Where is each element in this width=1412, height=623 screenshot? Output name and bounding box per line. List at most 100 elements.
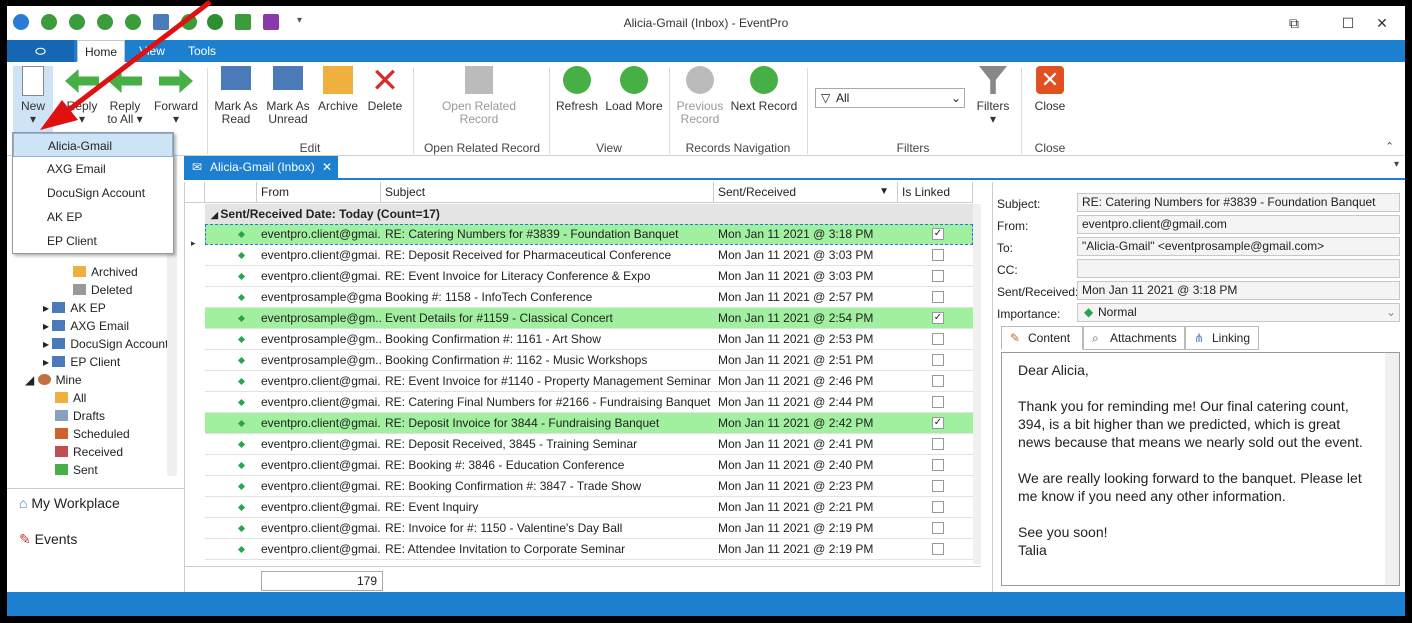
app-menu-button[interactable]: ⬭ [7, 40, 74, 62]
tab-tools[interactable]: Tools [179, 40, 225, 62]
is-linked-checkbox[interactable] [932, 396, 944, 408]
nav-events[interactable]: ✎ Events [19, 531, 77, 548]
is-linked-checkbox[interactable]: ✓ [932, 228, 944, 240]
tree-item-all[interactable]: All [55, 391, 86, 405]
tab-view[interactable]: View [129, 40, 175, 62]
tree-item-ak-ep[interactable]: ▸ AK EP [43, 301, 106, 315]
tree-item-axg-email[interactable]: ▸ AXG Email [43, 319, 129, 333]
is-linked-checkbox[interactable] [932, 291, 944, 303]
tree-item-received[interactable]: Received [55, 445, 123, 459]
tree-item-archived[interactable]: Archived [73, 265, 138, 279]
is-linked-checkbox[interactable] [932, 375, 944, 387]
table-row[interactable]: eventpro.client@gmai... RE: Event Invoice… [205, 266, 973, 287]
tree-item-ep-client[interactable]: ▸ EP Client [43, 355, 120, 369]
body-scrollbar[interactable] [1385, 353, 1399, 585]
load-more-button[interactable]: Load More [605, 66, 663, 113]
header-sent-received[interactable]: Sent/Received ▼ [714, 182, 898, 203]
table-row[interactable]: eventprosample@gm... Event Details for #1… [205, 308, 973, 329]
table-row[interactable]: eventprosample@gm... Booking Confirmation… [205, 350, 973, 371]
header-subject[interactable]: Subject [381, 182, 714, 203]
restore-icon[interactable]: ⧉ [1283, 13, 1305, 33]
table-row[interactable]: eventpro.client@gmai... RE: Deposit Invoi… [205, 413, 973, 434]
reply-button[interactable]: Reply ▾ [59, 66, 105, 126]
collapse-ribbon-icon[interactable]: ⌃ [1385, 140, 1394, 153]
menu-item-ep-client[interactable]: EP Client [13, 229, 173, 253]
subject-label: Subject: [997, 197, 1041, 211]
is-linked-checkbox[interactable] [932, 438, 944, 450]
close-button[interactable]: ✕ Close [1029, 66, 1071, 113]
maximize-button[interactable]: ☐ [1337, 13, 1359, 33]
tree-item-docusign[interactable]: ▸ DocuSign Account [43, 337, 168, 351]
is-linked-checkbox[interactable] [932, 501, 944, 513]
table-row[interactable]: eventpro.client@gmai... RE: Deposit Recei… [205, 434, 973, 455]
archive-button[interactable]: Archive [315, 66, 361, 113]
is-linked-checkbox[interactable] [932, 522, 944, 534]
tree-item-mine[interactable]: ◢ Mine [25, 373, 82, 387]
header-is-linked[interactable]: Is Linked [898, 182, 973, 203]
is-linked-checkbox[interactable] [932, 333, 944, 345]
cell-sent-received: Mon Jan 11 2021 @ 3:18 PM [718, 227, 874, 241]
is-linked-checkbox[interactable] [932, 480, 944, 492]
menu-item-alicia-gmail[interactable]: Alicia-Gmail [13, 133, 173, 157]
reply-all-button[interactable]: Reply to All ▾ [107, 66, 143, 126]
is-linked-checkbox[interactable] [932, 354, 944, 366]
table-row[interactable]: eventpro.client@gmai... RE: Catering Fina… [205, 392, 973, 413]
tab-attachments[interactable]: ⌕ Attachments [1083, 326, 1185, 350]
tab-list-icon[interactable]: ▾ [1394, 159, 1399, 170]
previous-record-button[interactable]: Previous Record [675, 66, 725, 126]
tree-item-drafts[interactable]: Drafts [55, 409, 105, 423]
mark-as-read-button[interactable]: Mark As Read [213, 66, 259, 126]
table-row[interactable]: eventpro.client@gmai... RE: Event Invoice… [205, 371, 973, 392]
table-row[interactable]: eventpro.client@gmai... RE: Catering Numb… [205, 224, 973, 245]
nav-my-workplace[interactable]: ⌂ My Workplace [19, 495, 120, 511]
table-row[interactable]: eventpro.client@gmai... RE: Booking Confi… [205, 476, 973, 497]
new-button[interactable]: New ▾ [13, 66, 53, 132]
tab-linking[interactable]: ⋔ Linking [1185, 326, 1259, 350]
close-tab-icon[interactable]: ✕ [322, 156, 332, 179]
content-icon: ✎ [1010, 331, 1021, 345]
forward-button[interactable]: Forward ▾ [153, 66, 199, 126]
is-linked-checkbox[interactable]: ✓ [932, 417, 944, 429]
refresh-button[interactable]: Refresh [555, 66, 599, 113]
sent-received-field[interactable]: Mon Jan 11 2021 @ 3:18 PM [1077, 281, 1400, 300]
is-linked-checkbox[interactable] [932, 270, 944, 282]
header-from[interactable]: From [257, 182, 381, 203]
table-row[interactable]: eventpro.client@gmai... RE: Attendee Invi… [205, 539, 973, 560]
table-row[interactable]: eventpro.client@gmai... RE: Deposit Recei… [205, 245, 973, 266]
subject-field[interactable]: RE: Catering Numbers for #3839 - Foundat… [1077, 193, 1400, 212]
is-linked-checkbox[interactable] [932, 249, 944, 261]
close-window-button[interactable]: ✕ [1371, 13, 1393, 33]
table-row[interactable]: eventprosample@gma... Booking #: 1158 - I… [205, 287, 973, 308]
tab-home[interactable]: Home [77, 40, 125, 62]
is-linked-checkbox[interactable]: ✓ [932, 312, 944, 324]
delete-button[interactable]: ✕ Delete [363, 64, 407, 113]
header-icon[interactable] [205, 182, 257, 203]
ribbon-separator [669, 68, 670, 154]
next-record-button[interactable]: Next Record [729, 66, 799, 113]
mark-as-unread-button[interactable]: Mark As Unread [263, 66, 313, 126]
importance-select[interactable]: ◆ Normal ⌄ [1077, 303, 1400, 322]
menu-item-docusign[interactable]: DocuSign Account [13, 181, 173, 205]
tree-item-scheduled[interactable]: Scheduled [55, 427, 130, 441]
table-row[interactable]: eventprosample@gm... Booking Confirmation… [205, 329, 973, 350]
is-linked-checkbox[interactable] [932, 543, 944, 555]
table-row[interactable]: eventpro.client@gmai... RE: Invoice for #… [205, 518, 973, 539]
to-field[interactable]: "Alicia-Gmail" <eventprosample@gmail.com… [1077, 237, 1400, 256]
table-row[interactable]: eventpro.client@gmai... RE: Booking #: 38… [205, 455, 973, 476]
cc-field[interactable] [1077, 259, 1400, 278]
from-field[interactable]: eventpro.client@gmail.com [1077, 215, 1400, 234]
email-body[interactable]: Dear Alicia, Thank you for reminding me!… [1001, 352, 1400, 586]
menu-item-axg-email[interactable]: AXG Email [13, 157, 173, 181]
filters-button[interactable]: Filters ▾ [971, 66, 1015, 126]
group-row[interactable]: ◢ Sent/Received Date: Today (Count=17) [205, 204, 973, 224]
filter-select[interactable]: ▽ All ⌄ [815, 88, 965, 108]
table-row[interactable]: eventpro.client@gmai... RE: Event Inquiry… [205, 497, 973, 518]
tree-item-deleted[interactable]: Deleted [73, 283, 132, 297]
grid-scrollbar[interactable] [973, 204, 981, 564]
tab-content[interactable]: ✎ Content [1001, 326, 1083, 350]
doc-tab-inbox[interactable]: ✉ Alicia-Gmail (Inbox) ✕ [184, 156, 338, 179]
is-linked-checkbox[interactable] [932, 459, 944, 471]
menu-item-ak-ep[interactable]: AK EP [13, 205, 173, 229]
open-related-record-button[interactable]: Open Related Record [427, 66, 531, 126]
tree-item-sent[interactable]: Sent [55, 463, 98, 477]
